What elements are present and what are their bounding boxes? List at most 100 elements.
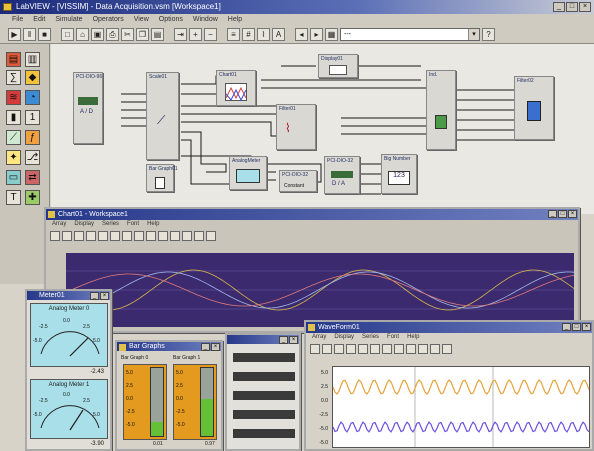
menu-file[interactable]: File: [12, 14, 23, 25]
wire-icon[interactable]: ⌇: [257, 27, 270, 41]
tool-icon[interactable]: [182, 231, 192, 241]
minimize-icon[interactable]: _: [279, 336, 288, 344]
chart-block[interactable]: Chart01: [216, 70, 256, 106]
palette-text-icon[interactable]: T: [6, 190, 21, 205]
zoom-in-icon[interactable]: +: [189, 27, 202, 41]
tool-icon[interactable]: [122, 231, 132, 241]
paste-icon[interactable]: ▤: [151, 27, 164, 41]
menu-help[interactable]: Help: [228, 14, 242, 25]
tool-icon[interactable]: [322, 344, 332, 354]
align-icon[interactable]: ≡: [227, 27, 240, 41]
menu-simulate[interactable]: Simulate: [55, 14, 82, 25]
minimize-icon[interactable]: _: [553, 2, 565, 12]
strip-chart-plot[interactable]: [65, 253, 575, 327]
tool-icon[interactable]: [134, 231, 144, 241]
close-icon[interactable]: ×: [579, 2, 591, 12]
waveform-plot[interactable]: [332, 366, 590, 448]
tool-icon[interactable]: [170, 231, 180, 241]
menu-operators[interactable]: Operators: [93, 14, 124, 25]
menu-edit[interactable]: Edit: [33, 14, 45, 25]
tool-icon[interactable]: [430, 344, 440, 354]
filter-block[interactable]: Filter01 ⌇: [276, 104, 316, 150]
da-block[interactable]: PCI-DIO-32 D / A: [324, 156, 360, 194]
maximize-icon[interactable]: □: [572, 323, 581, 331]
arrow-right-icon[interactable]: ▸: [310, 27, 323, 41]
tool-icon[interactable]: [110, 231, 120, 241]
label-icon[interactable]: A: [272, 27, 285, 41]
analog-meter-block[interactable]: AnalogMeter: [229, 156, 267, 190]
stop-icon[interactable]: ■: [38, 27, 51, 41]
palette-math-icon[interactable]: ∑: [6, 70, 21, 85]
output-block[interactable]: Filter02: [514, 76, 554, 140]
tool-icon[interactable]: [74, 231, 84, 241]
tool-icon[interactable]: [370, 344, 380, 354]
palette-io-icon[interactable]: ⇄: [25, 170, 40, 185]
palette-display-icon[interactable]: ▭: [6, 170, 21, 185]
tool-icon[interactable]: [406, 344, 416, 354]
print-icon[interactable]: ⎙: [106, 27, 119, 41]
minimize-icon[interactable]: _: [90, 292, 99, 300]
pause-icon[interactable]: ‖: [23, 27, 36, 41]
run-icon[interactable]: ▶: [8, 27, 21, 41]
palette-filter-icon[interactable]: ƒ: [25, 130, 40, 145]
tool-icon[interactable]: [334, 344, 344, 354]
tool-icon[interactable]: [442, 344, 452, 354]
open-icon[interactable]: ⌂: [76, 27, 89, 41]
palette-sink-icon[interactable]: ▥: [25, 52, 40, 67]
palette-switch-icon[interactable]: ⎇: [25, 150, 40, 165]
zoom-out-icon[interactable]: −: [204, 27, 217, 41]
tool-icon[interactable]: [98, 231, 108, 241]
close-icon[interactable]: ×: [211, 343, 220, 351]
tool-icon[interactable]: [62, 231, 72, 241]
menu-options[interactable]: Options: [159, 14, 183, 25]
tool-icon[interactable]: [382, 344, 392, 354]
palette-bar-icon[interactable]: ▮: [6, 110, 21, 125]
help-icon[interactable]: ?: [482, 27, 495, 41]
copy-icon[interactable]: ❐: [136, 27, 149, 41]
tool-icon[interactable]: [394, 344, 404, 354]
display-block[interactable]: Display01: [318, 54, 358, 78]
cut-icon[interactable]: ✂: [121, 27, 134, 41]
menu-view[interactable]: View: [134, 14, 149, 25]
tool-icon[interactable]: [158, 231, 168, 241]
palette-light-icon[interactable]: ✦: [6, 150, 21, 165]
minimize-icon[interactable]: _: [562, 323, 571, 331]
tool-icon[interactable]: [206, 231, 216, 241]
close-icon[interactable]: ×: [289, 336, 298, 344]
maximize-icon[interactable]: □: [566, 2, 578, 12]
constant-block[interactable]: PCI-DIO-32 Constant: [279, 170, 317, 192]
block-select[interactable]: --- ▾: [340, 27, 480, 41]
tool-icon[interactable]: [194, 231, 204, 241]
palette-plot-icon[interactable]: ⟋: [6, 130, 21, 145]
tool-icon[interactable]: [146, 231, 156, 241]
close-icon[interactable]: ×: [100, 292, 109, 300]
new-icon[interactable]: □: [61, 27, 74, 41]
grid-icon[interactable]: #: [242, 27, 255, 41]
app-icon[interactable]: [3, 3, 12, 11]
chevron-down-icon[interactable]: ▾: [468, 28, 479, 40]
minimize-icon[interactable]: _: [201, 343, 210, 351]
palette-misc-icon[interactable]: ✚: [25, 190, 40, 205]
scale-block[interactable]: Scale01 ⟋: [146, 72, 179, 160]
close-icon[interactable]: ×: [568, 210, 577, 218]
minimize-icon[interactable]: _: [548, 210, 557, 218]
step-icon[interactable]: ⇥: [174, 27, 187, 41]
tool-icon[interactable]: [86, 231, 96, 241]
tool-icon[interactable]: [358, 344, 368, 354]
palette-number-icon[interactable]: 1: [25, 110, 40, 125]
big-number-block[interactable]: Big Number 123: [381, 154, 417, 194]
palette-logic-icon[interactable]: ◆: [25, 70, 40, 85]
palette-meter-icon[interactable]: ◔: [25, 90, 40, 105]
tool-icon[interactable]: [418, 344, 428, 354]
tool-icon[interactable]: [346, 344, 356, 354]
tool-icon[interactable]: [310, 344, 320, 354]
palette-source-icon[interactable]: ▤: [6, 52, 21, 67]
save-icon[interactable]: ▣: [91, 27, 104, 41]
menu-window[interactable]: Window: [193, 14, 218, 25]
close-icon[interactable]: ×: [582, 323, 591, 331]
block-icon[interactable]: ▦: [325, 27, 338, 41]
tool-icon[interactable]: [50, 231, 60, 241]
bar-graph-block[interactable]: Bar Graph01: [146, 164, 178, 192]
palette-chart-icon[interactable]: ≋: [6, 90, 21, 105]
block-diagram-canvas[interactable]: PCI-DIO-96 A / D Scale01 ⟋ Chart01 Displ…: [51, 44, 594, 214]
